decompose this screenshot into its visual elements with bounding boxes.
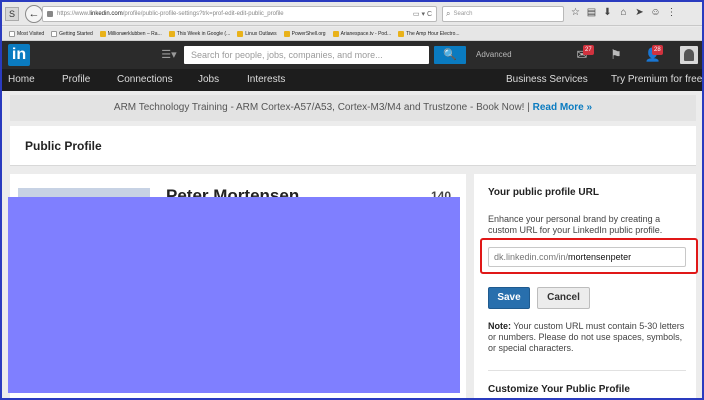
search-input[interactable]: Search for people, jobs, companies, and …	[184, 46, 429, 64]
search-button[interactable]: 🔍	[434, 46, 466, 64]
advanced-search-link[interactable]: Advanced	[476, 50, 512, 59]
save-button[interactable]: Save	[488, 287, 530, 309]
bookmark-label: PowerShell.org	[291, 30, 326, 37]
url-note-text: Your custom URL must contain 5-30 letter…	[488, 321, 685, 353]
bookmark-label: Most Visited	[17, 30, 45, 37]
custom-url-input[interactable]: dk.linkedin.com/in/mortensenpeter	[488, 247, 686, 267]
bookmark-item[interactable]: This Week in Google (...	[168, 30, 231, 37]
bookmark-item[interactable]: PowerShell.org	[283, 30, 326, 37]
browser-toolbar-icons: ☆ ▤ ⬇ ⌂ ➤ ☺ ⋮	[570, 7, 677, 19]
nav-try-premium[interactable]: Try Premium for free	[611, 69, 702, 91]
bookmark-item[interactable]: Getting Started	[51, 30, 93, 37]
folder-icon	[283, 30, 290, 37]
linkedin-logo[interactable]: in	[8, 44, 30, 66]
nav-connections[interactable]: Connections	[117, 69, 173, 91]
bookmark-item[interactable]: Most Visited	[9, 30, 45, 37]
bookmark-item[interactable]: Linux Outlaws	[237, 30, 277, 37]
folder-icon	[332, 30, 339, 37]
main-nav: Home Profile Connections Jobs Interests …	[2, 69, 702, 91]
address-bar-controls[interactable]: ▭ ▾ C	[413, 10, 432, 18]
folder-icon	[398, 30, 405, 37]
url-note: Note: Your custom URL must contain 5-30 …	[488, 321, 686, 354]
reading-list-icon[interactable]: ▤	[586, 7, 597, 19]
nav-home[interactable]: Home	[8, 69, 35, 91]
browser-window: S ← https://www. linkedin.com/profile/pub…	[2, 2, 702, 398]
smiley-icon[interactable]: ☺	[650, 7, 661, 19]
url-note-label: Note:	[488, 321, 511, 331]
browser-search-placeholder: Search	[453, 11, 473, 17]
custom-url-slug[interactable]: mortensenpeter	[568, 252, 631, 262]
browser-toolbar: S ← https://www. linkedin.com/profile/pub…	[2, 2, 702, 26]
avatar[interactable]	[680, 46, 698, 64]
skype-icon[interactable]: S	[5, 6, 19, 21]
redaction-overlay	[8, 197, 460, 393]
nav-profile[interactable]: Profile	[62, 69, 90, 91]
bookmark-item[interactable]: The Amp Hour Electro...	[398, 30, 460, 37]
ad-text: ARM Technology Training - ARM Cortex-A57…	[113, 102, 533, 113]
bookmark-label: Arianespace.tv - Pod...	[340, 30, 392, 37]
bookmark-item[interactable]: Millionærklubben – Ra...	[99, 30, 162, 37]
folder-icon	[237, 30, 244, 37]
bookmark-label: Getting Started	[59, 30, 93, 37]
page-header: Public Profile	[10, 126, 696, 166]
ad-banner: ARM Technology Training - ARM Cortex-A57…	[10, 95, 696, 121]
bookmark-star-icon[interactable]: ☆	[570, 7, 581, 19]
back-button[interactable]: ←	[25, 4, 43, 23]
url-domain: linkedin.com	[89, 11, 123, 17]
download-icon[interactable]: ⬇	[602, 7, 613, 19]
messages-badge: 27	[583, 45, 594, 55]
bookmark-label: The Amp Hour Electro...	[406, 30, 460, 37]
bookmark-label: Millionærklubben – Ra...	[107, 30, 162, 37]
page-title: Public Profile	[25, 139, 102, 153]
search-icon: ⌕	[446, 9, 451, 18]
nav-jobs[interactable]: Jobs	[198, 69, 219, 91]
url-prefix: https://www.	[57, 11, 90, 17]
bookmark-item[interactable]: Arianespace.tv - Pod...	[332, 30, 392, 37]
url-path: /profile/public-profile-settings?trk=pro…	[122, 11, 284, 17]
panel-divider	[488, 370, 686, 371]
bookmark-label: This Week in Google (...	[176, 30, 231, 37]
custom-url-prefix: dk.linkedin.com/in/	[494, 252, 569, 262]
send-icon[interactable]: ➤	[634, 7, 645, 19]
folder-icon	[168, 30, 175, 37]
home-icon[interactable]: ⌂	[618, 7, 629, 19]
public-url-description: Enhance your personal brand by creating …	[488, 214, 663, 235]
page-icon	[9, 30, 15, 37]
cancel-button[interactable]: Cancel	[537, 287, 590, 309]
linkedin-header: in ☰▾ Search for people, jobs, companies…	[2, 41, 702, 69]
nav-business-services[interactable]: Business Services	[506, 69, 588, 91]
browser-search-input[interactable]: ⌕ Search	[442, 6, 564, 22]
public-url-title: Your public profile URL	[488, 187, 599, 198]
nav-interests[interactable]: Interests	[247, 69, 285, 91]
lock-icon	[47, 11, 53, 17]
menu-icon[interactable]: ☰▾	[157, 47, 181, 63]
ad-read-more-link[interactable]: Read More »	[533, 102, 592, 113]
bookmark-label: Linux Outlaws	[245, 30, 277, 37]
customize-profile-heading: Customize Your Public Profile	[488, 384, 630, 395]
folder-icon	[99, 30, 106, 37]
menu-icon[interactable]: ⋮	[666, 7, 677, 19]
notifications-badge: 28	[652, 45, 663, 55]
bookmarks-bar: Most Visited Getting Started Millionærklub…	[2, 27, 702, 41]
page-icon	[51, 30, 58, 37]
flag-icon[interactable]: ⚑	[606, 46, 626, 64]
address-bar[interactable]: https://www. linkedin.com/profile/public-…	[42, 6, 437, 22]
public-url-panel: Your public profile URL Enhance your per…	[474, 174, 696, 398]
